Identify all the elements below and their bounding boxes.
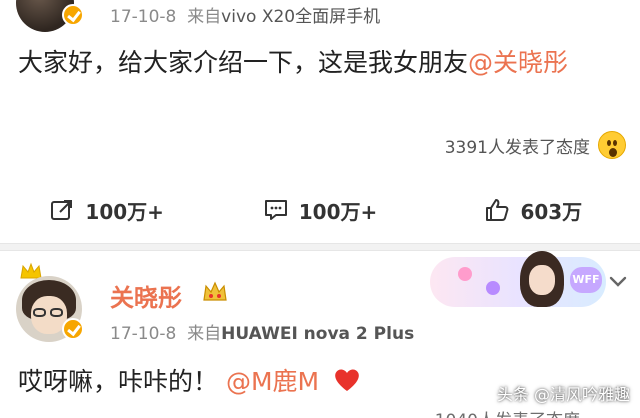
card-sticker-icon: WFF [570, 267, 602, 293]
reaction-count: 1040人发表了态度 [435, 406, 580, 418]
post-meta: 17-10-8 来自HUAWEI nova 2 Plus [110, 319, 414, 344]
like-button[interactable]: 603万 [427, 190, 640, 230]
comment-button[interactable]: 100万+ [213, 190, 426, 230]
source-prefix: 来自 [187, 7, 222, 27]
post-text: 大家好，给大家介绍一下，这是我女朋友@关晓彤 [18, 44, 622, 82]
comment-icon [264, 200, 287, 220]
post-body: 哎呀嘛，咔咔的！ [18, 367, 219, 396]
vip-crown-badge-icon [203, 281, 227, 301]
decoration-card[interactable]: WFF [430, 251, 606, 307]
source-prefix: 来自 [187, 324, 222, 344]
watermark: 头条 @清风吟雅趣 [496, 385, 630, 404]
verified-icon [62, 318, 84, 340]
like-icon [486, 199, 509, 221]
post-text: 哎呀嘛，咔咔的！ @M鹿M [18, 362, 361, 398]
chevron-down-icon[interactable] [604, 268, 632, 296]
mention-link[interactable]: @M鹿M [226, 367, 319, 396]
repost-button[interactable]: 100万+ [0, 190, 213, 230]
like-count: 603万 [520, 199, 583, 224]
repost-icon [51, 200, 73, 220]
verified-icon [62, 4, 84, 26]
mention-link[interactable]: @关晓彤 [468, 48, 568, 77]
heart-icon [335, 369, 359, 391]
post-time: 17-10-8 [110, 7, 177, 27]
action-bar: 100万+ 100万+ 603万 [0, 190, 640, 230]
post-meta: 17-10-8 来自vivo X20全面屏手机 [110, 2, 380, 27]
reaction-summary[interactable]: 3391人发表了态度 [445, 131, 626, 159]
source-device[interactable]: HUAWEI nova 2 Plus [221, 324, 414, 344]
author-name[interactable]: 关晓彤 [110, 278, 182, 313]
wow-emoji-icon [598, 131, 626, 159]
repost-count: 100万+ [85, 199, 164, 224]
reaction-count: 3391人发表了态度 [444, 137, 590, 158]
comment-count: 100万+ [298, 199, 378, 224]
source-device[interactable]: vivo X20全面屏手机 [221, 7, 380, 27]
post-body: 大家好，给大家介绍一下，这是我女朋友 [18, 48, 469, 77]
post-time: 17-10-8 [110, 324, 177, 344]
card-portrait [520, 251, 564, 307]
post-divider [0, 243, 640, 251]
